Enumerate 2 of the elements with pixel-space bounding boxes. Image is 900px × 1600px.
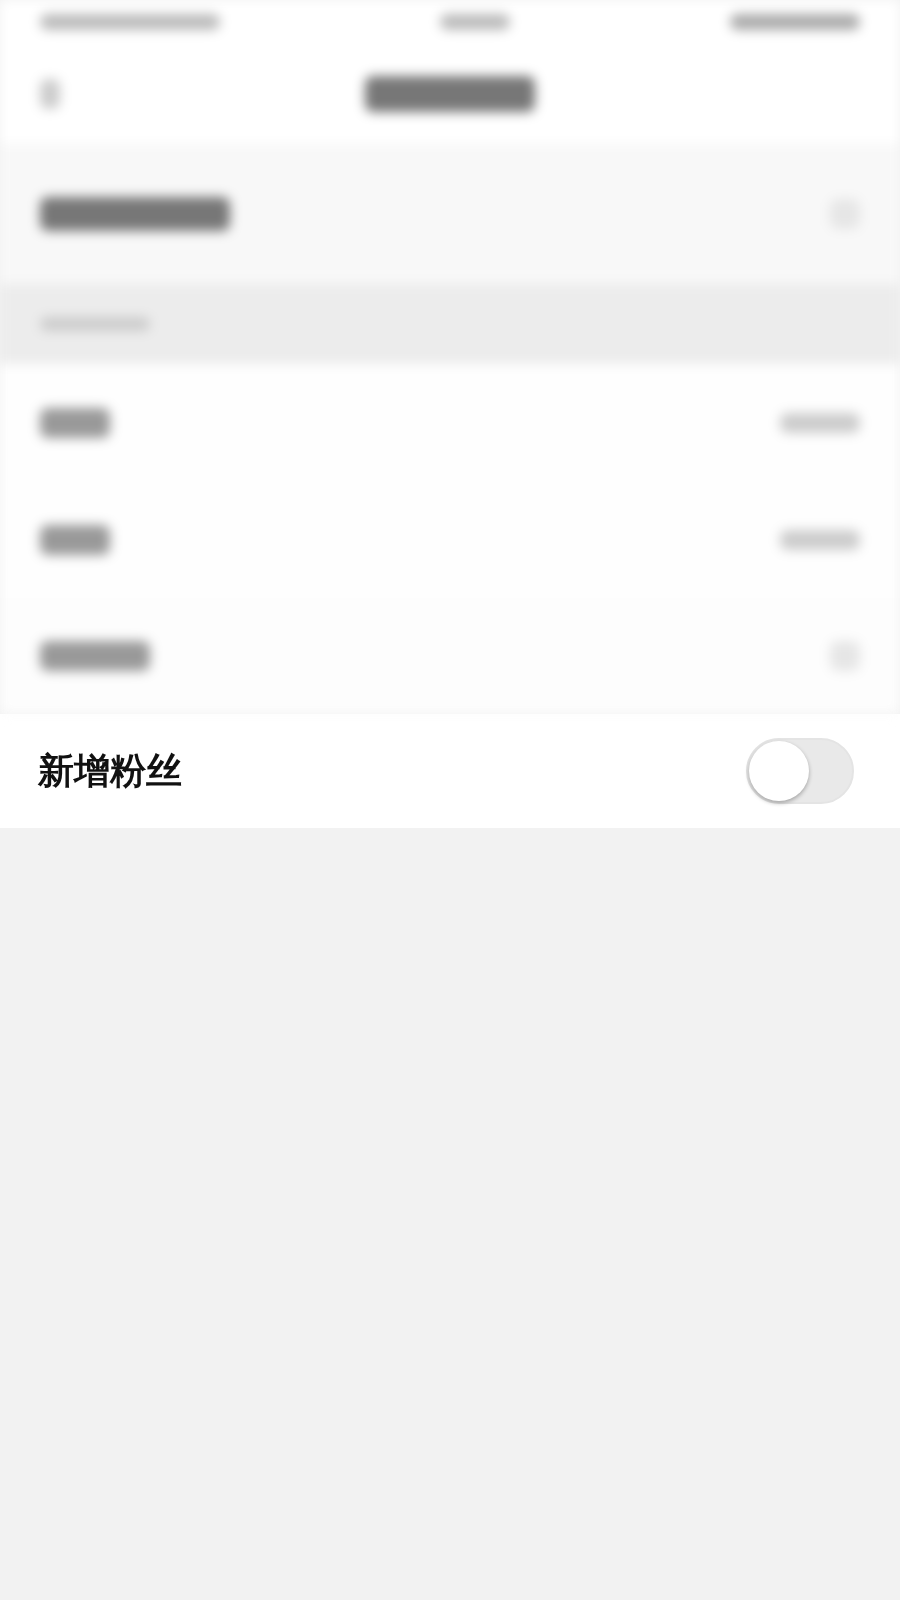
setting-label: 新增粉丝: [38, 748, 182, 793]
toggle-switch[interactable]: [746, 738, 854, 804]
